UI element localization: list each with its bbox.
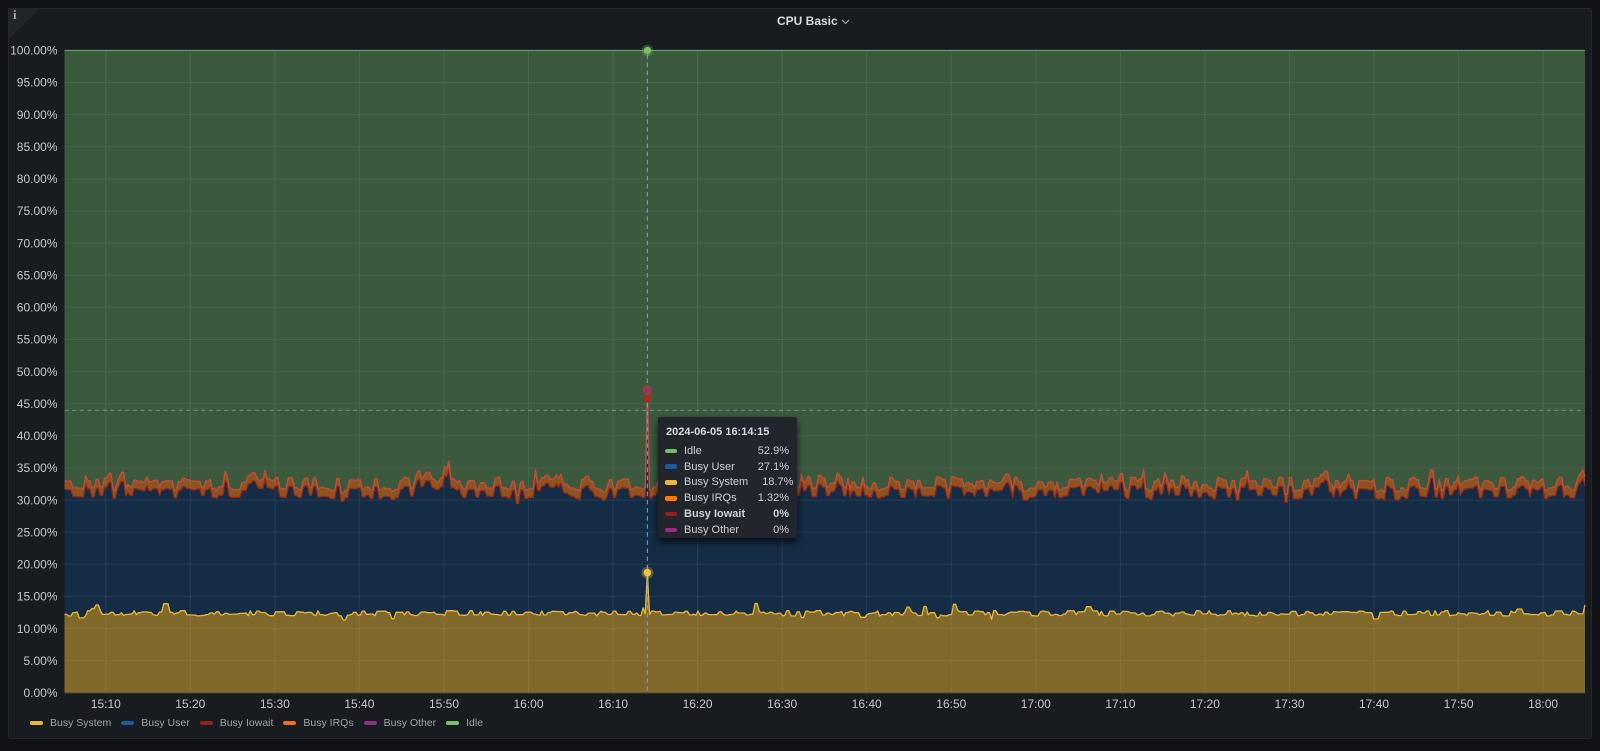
svg-text:20.00%: 20.00% bbox=[17, 558, 58, 572]
svg-text:60.00%: 60.00% bbox=[17, 301, 58, 315]
svg-text:80.00%: 80.00% bbox=[17, 172, 58, 186]
svg-text:95.00%: 95.00% bbox=[17, 76, 58, 90]
svg-text:65.00%: 65.00% bbox=[17, 268, 58, 282]
svg-text:16:10: 16:10 bbox=[598, 697, 628, 711]
svg-text:15:50: 15:50 bbox=[429, 697, 459, 711]
svg-text:15.00%: 15.00% bbox=[17, 590, 58, 604]
svg-text:50.00%: 50.00% bbox=[17, 365, 58, 379]
svg-text:15:40: 15:40 bbox=[344, 697, 374, 711]
svg-text:17:20: 17:20 bbox=[1190, 697, 1220, 711]
svg-text:16:40: 16:40 bbox=[852, 697, 882, 711]
svg-text:85.00%: 85.00% bbox=[17, 140, 58, 154]
svg-text:90.00%: 90.00% bbox=[17, 108, 58, 122]
svg-text:45.00%: 45.00% bbox=[17, 397, 58, 411]
svg-text:16:50: 16:50 bbox=[936, 697, 966, 711]
svg-text:0.00%: 0.00% bbox=[23, 686, 57, 700]
svg-text:35.00%: 35.00% bbox=[17, 461, 58, 475]
svg-text:70.00%: 70.00% bbox=[17, 236, 58, 250]
svg-text:10.00%: 10.00% bbox=[17, 622, 58, 636]
svg-text:100.00%: 100.00% bbox=[10, 44, 58, 58]
svg-text:18:00: 18:00 bbox=[1528, 697, 1558, 711]
svg-text:55.00%: 55.00% bbox=[17, 333, 58, 347]
svg-text:15:30: 15:30 bbox=[260, 697, 290, 711]
svg-text:16:30: 16:30 bbox=[767, 697, 797, 711]
svg-text:15:20: 15:20 bbox=[175, 697, 205, 711]
svg-text:17:40: 17:40 bbox=[1359, 697, 1389, 711]
svg-text:75.00%: 75.00% bbox=[17, 204, 58, 218]
svg-text:17:10: 17:10 bbox=[1105, 697, 1135, 711]
svg-text:30.00%: 30.00% bbox=[17, 493, 58, 507]
svg-text:15:10: 15:10 bbox=[91, 697, 121, 711]
svg-text:17:30: 17:30 bbox=[1274, 697, 1304, 711]
svg-text:16:00: 16:00 bbox=[513, 697, 543, 711]
svg-text:16:20: 16:20 bbox=[683, 697, 713, 711]
svg-text:40.00%: 40.00% bbox=[17, 429, 58, 443]
svg-text:5.00%: 5.00% bbox=[23, 654, 57, 668]
svg-text:25.00%: 25.00% bbox=[17, 525, 58, 539]
svg-text:17:50: 17:50 bbox=[1444, 697, 1474, 711]
svg-text:17:00: 17:00 bbox=[1021, 697, 1051, 711]
